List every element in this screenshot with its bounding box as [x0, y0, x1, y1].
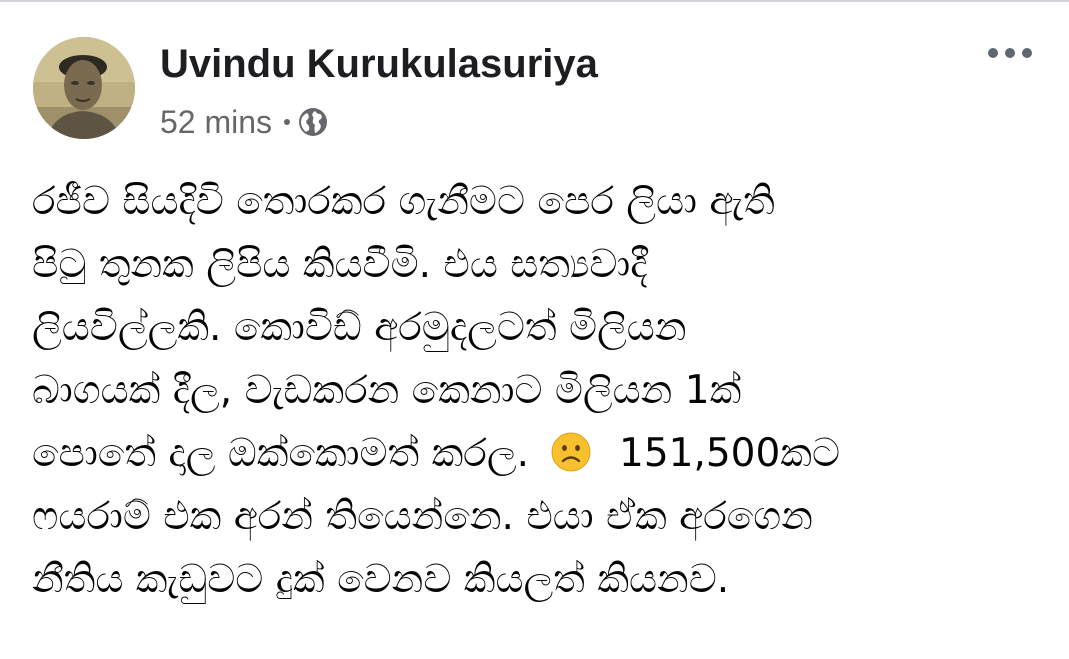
post-meta: 52 mins — [160, 100, 328, 144]
post-line: ලියවිල්ලකි. කොවිඩ් අරමුදලටත් මිලියන — [32, 305, 687, 350]
meta-separator-dot — [284, 119, 291, 125]
post-line: රජීව සියදිවි තොරකර ගැනීමට පෙර ලියා ඇති — [32, 179, 775, 224]
frowning-face-emoji-icon — [551, 428, 591, 472]
avatar[interactable] — [33, 37, 135, 139]
top-divider — [0, 0, 1069, 2]
profile-photo-icon — [33, 37, 135, 139]
more-options-icon — [988, 48, 1032, 58]
post-line: පිටු තුනක ලිපිය කියවීමි. එය සත්‍යවාදී — [32, 242, 648, 287]
post-line-text: පොතේ දාල ඔක්කොමත් කරල. — [32, 431, 529, 476]
post-body: රජීව සියදිවි තොරකර ගැනීමට පෙර ලියා ඇති ප… — [32, 170, 1057, 611]
post-timestamp[interactable]: 52 mins — [160, 104, 272, 141]
globe-icon[interactable] — [298, 107, 328, 137]
post-line: බාගයක් දීල, වැඩකරන කෙනාට මිලියන 1ක් — [32, 368, 742, 413]
author-name[interactable]: Uvindu Kurukulasuriya — [160, 40, 598, 88]
post-line: ෆයරාම් එක අරන් තියෙන්නෙ. එයා ඒක අරගෙන — [32, 494, 813, 539]
post-line: නීතිය කැඩුවට දුක් වෙනව කියලත් කියනව. — [32, 557, 730, 602]
post-line: පොතේ දාල ඔක්කොමත් කරල. 151,500කට — [32, 422, 1057, 485]
post-line-text: 151,500කට — [619, 431, 840, 476]
more-options-button[interactable] — [985, 40, 1035, 66]
